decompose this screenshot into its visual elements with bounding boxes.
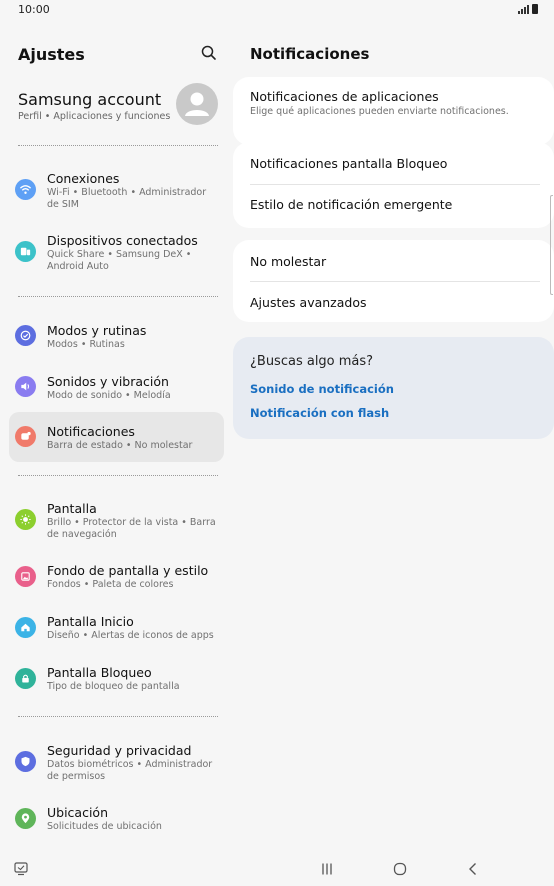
search-button[interactable] — [198, 42, 220, 64]
shield-icon — [15, 751, 36, 772]
popup-style-item[interactable]: Estilo de notificación emergente — [250, 197, 452, 212]
back-chevron-icon — [469, 863, 476, 875]
sidebar-item-seguridad-privacidad[interactable]: Seguridad y privacidad Datos biométricos… — [9, 735, 224, 787]
avatar — [176, 83, 218, 125]
battery-icon — [532, 4, 538, 14]
page-title: Notificaciones — [250, 45, 370, 63]
speaker-icon — [15, 376, 36, 397]
flash-notification-link[interactable]: Notificación con flash — [250, 406, 389, 420]
modes-check-icon — [15, 325, 36, 346]
back-button[interactable] — [462, 858, 484, 880]
lock-icon — [15, 668, 36, 689]
sidebar-item-conexiones[interactable]: Conexiones Wi-Fi • Bluetooth • Administr… — [9, 163, 224, 215]
keyboard-button[interactable] — [10, 858, 32, 880]
samsung-account[interactable]: Samsung account Perfil • Aplicaciones y … — [0, 80, 232, 140]
account-name: Samsung account — [18, 90, 162, 109]
lock-popup-card: Notificaciones pantalla Bloqueo Estilo d… — [233, 142, 554, 228]
sidebar-item-title: Seguridad y privacidad — [47, 743, 192, 758]
status-time: 10:00 — [18, 3, 50, 16]
sidebar-item-pantalla-inicio[interactable]: Pantalla Inicio Diseño • Alertas de icon… — [9, 607, 224, 647]
account-subtitle: Perfil • Aplicaciones y funciones — [18, 111, 171, 122]
notification-icon — [15, 426, 36, 447]
recents-icon — [322, 863, 332, 875]
sidebar-item-subtitle: Modo de sonido • Melodía — [47, 390, 171, 401]
settings-title: Ajustes — [18, 45, 85, 64]
sidebar-item-pantalla[interactable]: Pantalla Brillo • Protector de la vista … — [9, 493, 224, 545]
sidebar-item-title: Pantalla Bloqueo — [47, 665, 152, 680]
divider — [18, 296, 218, 297]
divider — [18, 475, 218, 476]
keyboard-switch-icon — [14, 862, 28, 876]
location-icon — [15, 808, 36, 829]
status-icons — [518, 4, 538, 14]
row-divider — [250, 281, 540, 282]
lock-screen-notifications-item[interactable]: Notificaciones pantalla Bloqueo — [250, 156, 447, 171]
sidebar-item-title: Pantalla — [47, 501, 97, 516]
sidebar-item-subtitle: Brillo • Protector de la vista • Barra d… — [47, 517, 216, 540]
sidebar-item-modos-rutinas[interactable]: Modos y rutinas Modos • Rutinas — [9, 316, 224, 356]
notifications-pane: Notificaciones Notificaciones de aplicac… — [233, 20, 554, 850]
navigation-bar — [0, 850, 554, 886]
sidebar-item-subtitle: Quick Share • Samsung DeX • Android Auto — [47, 249, 192, 272]
devices-icon — [15, 241, 36, 262]
sidebar-item-title: Notificaciones — [47, 424, 135, 439]
settings-pane: Ajustes Samsung account Perfil • Aplicac… — [0, 20, 232, 850]
divider — [18, 145, 218, 146]
search-icon — [201, 45, 216, 60]
sidebar-item-ubicacion[interactable]: Ubicación Solicitudes de ubicación — [9, 798, 224, 838]
sidebar-item-dispositivos-conectados[interactable]: Dispositivos conectados Quick Share • Sa… — [9, 225, 224, 277]
signal-icon — [518, 4, 529, 14]
brightness-icon — [15, 509, 36, 530]
sidebar-item-sonidos-vibracion[interactable]: Sonidos y vibración Modo de sonido • Mel… — [9, 367, 224, 407]
wallpaper-icon — [15, 566, 36, 587]
app-notifications-title: Notificaciones de aplicaciones — [250, 89, 439, 104]
home-icon — [15, 617, 36, 638]
suggestions-card: ¿Buscas algo más? Sonido de notificación… — [233, 337, 554, 439]
sidebar-item-title: Conexiones — [47, 171, 120, 186]
status-bar: 10:00 — [0, 0, 554, 20]
notification-sound-link[interactable]: Sonido de notificación — [250, 382, 394, 396]
do-not-disturb-item[interactable]: No molestar — [250, 254, 326, 269]
sidebar-item-subtitle: Tipo de bloqueo de pantalla — [47, 681, 180, 692]
sidebar-item-title: Fondo de pantalla y estilo — [47, 563, 209, 578]
sidebar-item-title: Sonidos y vibración — [47, 374, 169, 389]
sidebar-item-title: Ubicación — [47, 805, 109, 820]
advanced-settings-item[interactable]: Ajustes avanzados — [250, 295, 367, 310]
row-divider — [250, 184, 540, 185]
sidebar-item-title: Dispositivos conectados — [47, 233, 198, 248]
divider — [18, 716, 218, 717]
sidebar-item-subtitle: Datos biométricos • Administrador de per… — [47, 759, 213, 782]
scrollbar[interactable] — [550, 195, 553, 295]
sidebar-item-fondo-pantalla[interactable]: Fondo de pantalla y estilo Fondos • Pale… — [9, 556, 224, 596]
dnd-advanced-card: No molestar Ajustes avanzados — [233, 240, 554, 322]
app-notifications-subtitle: Elige qué aplicaciones pueden enviarte n… — [250, 106, 509, 117]
sidebar-item-subtitle: Fondos • Paleta de colores — [47, 579, 174, 590]
sidebar-item-subtitle: Wi-Fi • Bluetooth • Administrador de SIM — [47, 187, 207, 210]
home-circle-icon — [393, 862, 407, 876]
person-icon — [185, 92, 209, 116]
suggestions-title: ¿Buscas algo más? — [250, 354, 374, 369]
sidebar-item-subtitle: Modos • Rutinas — [47, 339, 125, 350]
wifi-icon — [15, 179, 36, 200]
sidebar-item-subtitle: Solicitudes de ubicación — [47, 821, 162, 832]
sidebar-item-title: Modos y rutinas — [47, 323, 147, 338]
sidebar-item-subtitle: Diseño • Alertas de iconos de apps — [47, 630, 214, 641]
sidebar-item-notificaciones[interactable]: Notificaciones Barra de estado • No mole… — [9, 412, 224, 462]
sidebar-item-pantalla-bloqueo[interactable]: Pantalla Bloqueo Tipo de bloqueo de pant… — [9, 658, 224, 698]
recent-apps-button[interactable] — [316, 858, 338, 880]
sidebar-item-subtitle: Barra de estado • No molestar — [47, 440, 193, 451]
app-notifications-card[interactable]: Notificaciones de aplicaciones Elige qué… — [233, 77, 554, 145]
sidebar-item-title: Pantalla Inicio — [47, 614, 134, 629]
home-button[interactable] — [389, 858, 411, 880]
